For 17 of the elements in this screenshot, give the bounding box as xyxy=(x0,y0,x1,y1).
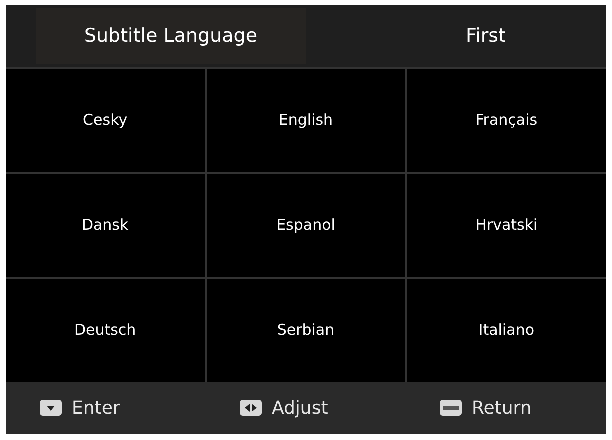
language-option[interactable]: Cesky xyxy=(6,69,205,172)
language-option[interactable]: English xyxy=(206,69,406,172)
language-option[interactable]: Italiano xyxy=(407,279,606,382)
hint-label: Adjust xyxy=(272,396,328,420)
language-option[interactable]: Serbian xyxy=(206,279,406,382)
down-key-icon xyxy=(40,400,62,416)
language-option[interactable]: Dansk xyxy=(6,174,205,277)
hint-label: Enter xyxy=(72,396,120,420)
left-right-key-icon xyxy=(240,400,262,416)
language-option[interactable]: Deutsch xyxy=(6,279,205,382)
hint-label: Return xyxy=(472,396,532,420)
language-option[interactable]: Hrvatski xyxy=(407,174,606,277)
language-option[interactable]: Espanol xyxy=(206,174,406,277)
setting-value: First xyxy=(466,24,506,49)
menu-title: Subtitle Language xyxy=(84,24,258,49)
menu-key-icon xyxy=(440,400,462,416)
language-option[interactable]: Français xyxy=(407,69,606,172)
